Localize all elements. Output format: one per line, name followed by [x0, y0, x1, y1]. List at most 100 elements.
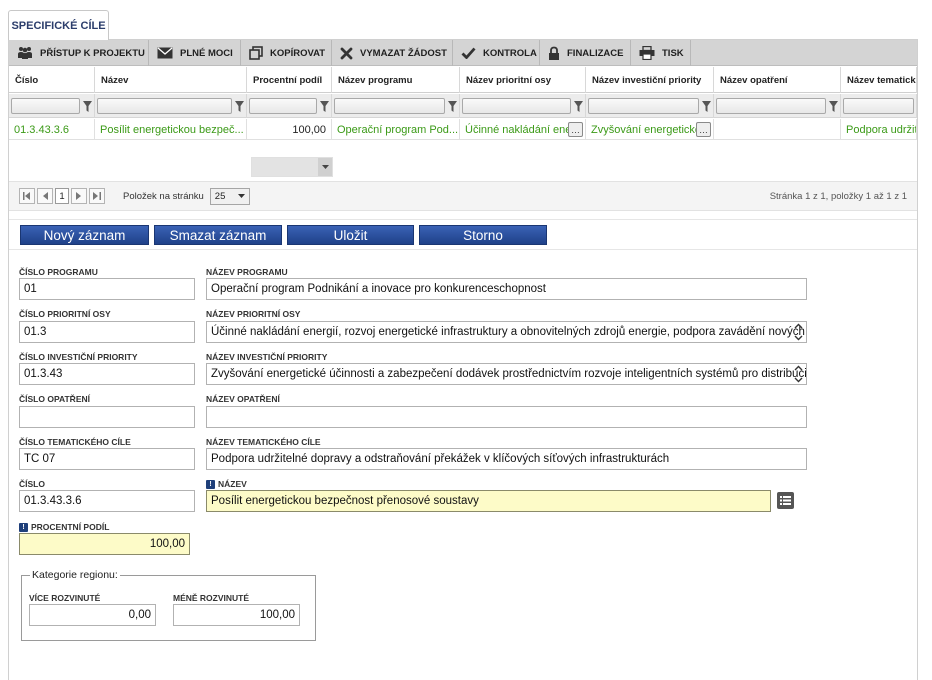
- nazev-opatreni-field[interactable]: [206, 406, 807, 428]
- next-page-button[interactable]: [71, 188, 87, 204]
- field-label: NÁZEV PROGRAMU: [206, 267, 288, 277]
- grid-cell: Podpora udržitelné: [841, 119, 917, 140]
- plne-moci-button[interactable]: PLNÉ MOCI: [149, 40, 241, 66]
- column-select[interactable]: [251, 157, 333, 177]
- toolbar-label: KONTROLA: [483, 47, 537, 59]
- filter-input[interactable]: [462, 98, 571, 114]
- pager-info: Stránka 1 z 1, položky 1 až 1 z 1: [769, 190, 907, 202]
- per-page-label: Položek na stránku: [123, 190, 204, 202]
- filter-input[interactable]: [588, 98, 699, 114]
- required-field-label: ! PROCENTNÍ PODÍL: [19, 522, 109, 532]
- required-field-label: ! NÁZEV: [206, 479, 247, 489]
- filter-input[interactable]: [97, 98, 232, 114]
- save-button[interactable]: Uložit: [287, 225, 414, 245]
- mene-rozvinute-field[interactable]: 100,00: [173, 604, 300, 626]
- grid-column-header[interactable]: Název opatření: [714, 67, 841, 93]
- more-icon[interactable]: …: [568, 122, 583, 137]
- delete-record-button[interactable]: Smazat záznam: [154, 225, 282, 245]
- more-icon[interactable]: …: [696, 122, 711, 137]
- users-icon: [18, 47, 32, 59]
- grid-cell: Posílit energetickou bezpeč...: [95, 119, 247, 140]
- cislo-priority-field[interactable]: 01.3.43: [19, 363, 195, 385]
- last-page-button[interactable]: [89, 188, 105, 204]
- prev-page-button[interactable]: [37, 188, 53, 204]
- field-value: Účinné nakládání energií, rozvoj energet…: [211, 326, 805, 338]
- data-grid: Číslo Název Procentní podíl Název progra…: [9, 67, 917, 155]
- pager: 1 Položek na stránku 25 Stránka 1 z 1, p…: [9, 181, 917, 211]
- new-record-button[interactable]: Nový záznam: [20, 225, 149, 245]
- procentni-podil-field[interactable]: 100,00: [19, 533, 190, 555]
- cislo-opatreni-field[interactable]: [19, 406, 195, 428]
- tab-label: SPECIFICKÉ CÍLE: [11, 19, 106, 32]
- filter-icon[interactable]: [448, 100, 457, 112]
- next-page-icon: [76, 192, 81, 200]
- copy-button[interactable]: KOPÍROVAT: [241, 40, 332, 66]
- filter-input[interactable]: [334, 98, 445, 114]
- grid-column-header[interactable]: Název: [95, 67, 247, 93]
- per-page-value: 25: [214, 190, 226, 202]
- field-label: NÁZEV TEMATICKÉHO CÍLE: [206, 437, 321, 447]
- filter-input[interactable]: [716, 98, 826, 114]
- finalizace-button[interactable]: FINALIZACE: [540, 40, 631, 66]
- required-icon: !: [206, 479, 215, 489]
- cislo-programu-field[interactable]: 01: [19, 278, 195, 300]
- column-filter: [9, 94, 95, 118]
- required-icon: !: [19, 522, 28, 532]
- cislo-field[interactable]: 01.3.43.3.6: [19, 490, 195, 512]
- filter-input[interactable]: [843, 98, 914, 114]
- grid-cell-with-picker: Zvyšování energetické…: [586, 119, 714, 140]
- filter-icon[interactable]: [574, 100, 583, 112]
- grid-column-header[interactable]: Název investiční priority: [586, 67, 714, 93]
- scroll-stepper[interactable]: [793, 323, 803, 341]
- grid-cell-with-picker: Účinné nakládání energ…: [460, 119, 586, 140]
- scroll-stepper[interactable]: [793, 365, 803, 383]
- nazev-osy-field[interactable]: Účinné nakládání energií, rozvoj energet…: [206, 321, 807, 343]
- access-button[interactable]: PŘÍSTUP K PROJEKTU: [9, 40, 149, 66]
- filter-icon[interactable]: [829, 100, 838, 112]
- nazev-programu-field[interactable]: Operační program Podnikání a inovace pro…: [206, 278, 807, 300]
- field-value: Zvyšování energetické účinnosti a zabezp…: [211, 368, 807, 380]
- nazev-priority-field[interactable]: Zvyšování energetické účinnosti a zabezp…: [206, 363, 807, 385]
- cislo-cile-field[interactable]: TC 07: [19, 448, 195, 470]
- field-label: NÁZEV PRIORITNÍ OSY: [206, 309, 301, 319]
- copy-icon: [249, 46, 263, 60]
- column-filter: [247, 94, 332, 118]
- column-filter: [332, 94, 460, 118]
- text-editor-icon[interactable]: [777, 492, 794, 509]
- grid-column-header[interactable]: Procentní podíl: [247, 67, 332, 93]
- field-label: ČÍSLO TEMATICKÉHO CÍLE: [19, 437, 131, 447]
- grid-cell-text: Účinné nakládání energ: [465, 123, 582, 136]
- field-label: MÉNĚ ROZVINUTÉ: [173, 593, 250, 603]
- page-number[interactable]: 1: [55, 188, 69, 204]
- nazev-cile-field[interactable]: Podpora udržitelné dopravy a odstraňován…: [206, 448, 807, 470]
- grid-column-header[interactable]: Název tematického cíle: [841, 67, 917, 93]
- cancel-button[interactable]: Storno: [419, 225, 547, 245]
- print-button[interactable]: TISK: [631, 40, 691, 66]
- grid-cell: 01.3.43.3.6: [9, 119, 95, 140]
- field-label: ČÍSLO PROGRAMU: [19, 267, 98, 277]
- table-row[interactable]: 01.3.43.3.6 Posílit energetickou bezpeč.…: [9, 119, 917, 140]
- filter-icon[interactable]: [83, 100, 92, 112]
- delete-request-button[interactable]: VYMAZAT ŽÁDOST: [332, 40, 453, 66]
- per-page-select[interactable]: 25: [209, 187, 250, 205]
- grid-column-header[interactable]: Název programu: [332, 67, 460, 93]
- kontrola-button[interactable]: KONTROLA: [453, 40, 540, 66]
- printer-icon: [639, 46, 655, 60]
- first-page-button[interactable]: [19, 188, 35, 204]
- vice-rozvinute-field[interactable]: 0,00: [29, 604, 156, 626]
- toolbar-label: FINALIZACE: [567, 47, 624, 59]
- filter-icon[interactable]: [702, 100, 711, 112]
- filter-input[interactable]: [249, 98, 317, 114]
- toolbar-label: VYMAZAT ŽÁDOST: [360, 47, 447, 59]
- grid-column-header[interactable]: Název prioritní osy: [460, 67, 586, 93]
- toolbar-label: TISK: [662, 47, 684, 59]
- nazev-field[interactable]: Posílit energetickou bezpečnost přenosov…: [206, 490, 771, 512]
- grid-cell: Operační program Pod...: [332, 119, 460, 140]
- tab-specificke-cile[interactable]: SPECIFICKÉ CÍLE: [8, 10, 109, 40]
- grid-column-header[interactable]: Číslo: [9, 67, 95, 93]
- filter-input[interactable]: [11, 98, 80, 114]
- filter-icon[interactable]: [320, 100, 329, 112]
- cislo-osy-field[interactable]: 01.3: [19, 321, 195, 343]
- filter-icon[interactable]: [235, 100, 244, 112]
- field-label: ČÍSLO OPATŘENÍ: [19, 394, 90, 404]
